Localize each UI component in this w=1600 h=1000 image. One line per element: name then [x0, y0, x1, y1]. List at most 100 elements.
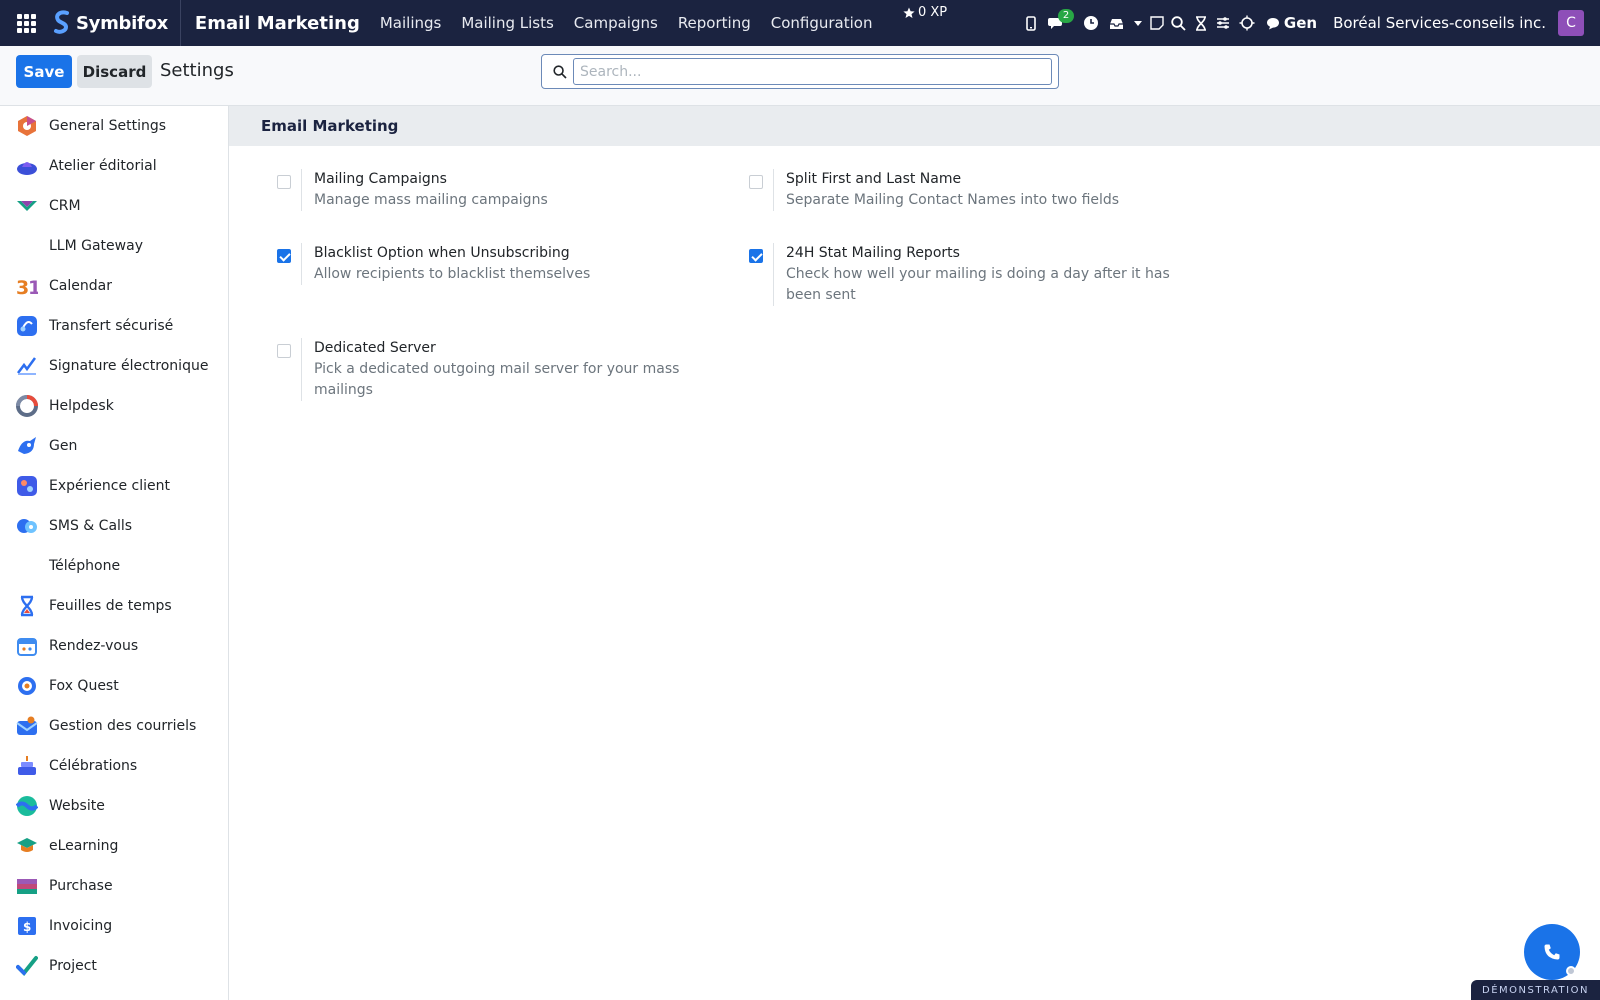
- inbox-icon[interactable]: [1104, 0, 1130, 46]
- sidebar-item-crm[interactable]: CRM: [0, 186, 228, 226]
- symbifox-logo-icon: [54, 10, 69, 34]
- sidebar-item-signature-electronique[interactable]: Signature électronique: [0, 346, 228, 386]
- sidebar-item-gestion-des-courriels[interactable]: Gestion des courriels: [0, 706, 228, 746]
- hourglass-icon[interactable]: [1190, 0, 1212, 46]
- setting-checkbox[interactable]: [749, 175, 763, 189]
- sidebar-item-label: Atelier éditorial: [49, 158, 157, 174]
- demo-ribbon: DÉMONSTRATION: [1471, 980, 1600, 1000]
- brand-logo[interactable]: Symbifox: [52, 0, 181, 46]
- sidebar-item-telephone[interactable]: Téléphone: [0, 546, 228, 586]
- svg-text:$: $: [23, 920, 31, 934]
- sidebar-item-label: SMS & Calls: [49, 518, 133, 534]
- company-switcher[interactable]: Boréal Services-conseils inc.: [1333, 14, 1546, 32]
- sidebar-item-feuilles-de-temps[interactable]: Feuilles de temps: [0, 586, 228, 626]
- setting-mailing-campaigns: Mailing Campaigns Manage mass mailing ca…: [277, 169, 701, 211]
- signature-icon: [17, 357, 37, 375]
- sidebar-item-general-settings[interactable]: General Settings: [0, 106, 228, 146]
- search-icon[interactable]: [1168, 0, 1190, 46]
- phone-icon: [1544, 944, 1560, 960]
- sidebar-item-experience-client[interactable]: Expérience client: [0, 466, 228, 506]
- sidebar-item-label: Feuilles de temps: [49, 598, 172, 614]
- sidebar-item-label: Helpdesk: [49, 398, 114, 414]
- xp-counter[interactable]: 0 XP: [903, 5, 947, 20]
- activity-clock-icon[interactable]: [1078, 0, 1104, 46]
- theme-sun-icon[interactable]: [1234, 0, 1260, 46]
- page-title: Settings: [160, 60, 234, 81]
- control-panel: Save Discard Settings: [0, 46, 1600, 106]
- phone-status-dot: [1566, 966, 1576, 976]
- sidebar-item-sms-calls[interactable]: SMS & Calls: [0, 506, 228, 546]
- purchase-icon: [17, 879, 37, 894]
- setting-title: 24H Stat Mailing Reports: [786, 245, 960, 261]
- sidebar-item-project[interactable]: Project: [0, 946, 228, 986]
- general-settings-icon: [18, 116, 36, 136]
- sidebar-item-transfert-securise[interactable]: Transfert sécurisé: [0, 306, 228, 346]
- celebration-icon: [18, 756, 36, 775]
- setting-24h-stat-reports: 24H Stat Mailing Reports Check how well …: [749, 243, 1173, 306]
- search-input[interactable]: [573, 58, 1052, 85]
- sms-icon: [17, 519, 37, 533]
- crm-icon: [17, 201, 37, 211]
- messages-icon[interactable]: 2: [1044, 0, 1075, 46]
- menu-campaigns[interactable]: Campaigns: [564, 14, 668, 32]
- setting-checkbox-checked[interactable]: [749, 249, 763, 263]
- email-management-icon: [16, 716, 38, 735]
- sidebar-item-label: Célébrations: [49, 758, 138, 774]
- setting-title: Blacklist Option when Unsubscribing: [314, 245, 570, 261]
- sidebar-item-helpdesk[interactable]: Helpdesk: [0, 386, 228, 426]
- sidebar-item-celebrations[interactable]: Célébrations: [0, 746, 228, 786]
- setting-blacklist-option: Blacklist Option when Unsubscribing Allo…: [277, 243, 701, 285]
- menu-mailings[interactable]: Mailings: [370, 14, 451, 32]
- transfer-icon: [17, 316, 37, 336]
- setting-checkbox[interactable]: [277, 344, 291, 358]
- sidebar-item-label: Fox Quest: [49, 678, 119, 694]
- sidebar-item-calendar[interactable]: 31 Calendar: [0, 266, 228, 306]
- menu-reporting[interactable]: Reporting: [668, 14, 761, 32]
- sidebar-item-label: Transfert sécurisé: [49, 318, 174, 334]
- sidebar-item-gen[interactable]: Gen: [0, 426, 228, 466]
- sidebar-item-label: Téléphone: [49, 558, 121, 574]
- settings-sidebar: General Settings Atelier éditorial CRM L…: [0, 106, 229, 1000]
- sidebar-item-fox-quest[interactable]: Fox Quest: [0, 666, 228, 706]
- elearning-icon: [17, 838, 37, 852]
- sidebar-item-label: Website: [49, 798, 105, 814]
- helpdesk-icon: [16, 395, 38, 417]
- discard-button[interactable]: Discard: [77, 55, 152, 88]
- gen-icon: [18, 437, 36, 454]
- sidebar-item-label: Calendar: [49, 278, 112, 294]
- sidebar-item-llm-gateway[interactable]: LLM Gateway: [0, 226, 228, 266]
- sidebar-item-elearning[interactable]: eLearning: [0, 826, 228, 866]
- setting-checkbox[interactable]: [277, 175, 291, 189]
- timesheet-icon: [20, 595, 34, 617]
- menu-mailing-lists[interactable]: Mailing Lists: [451, 14, 563, 32]
- sidebar-item-invoicing[interactable]: $ Invoicing: [0, 906, 228, 946]
- sidebar-item-rendez-vous[interactable]: Rendez-vous: [0, 626, 228, 666]
- setting-title: Mailing Campaigns: [314, 171, 447, 187]
- user-avatar[interactable]: C: [1558, 10, 1584, 36]
- menu-configuration[interactable]: Configuration: [761, 14, 883, 32]
- sidebar-item-label: eLearning: [49, 838, 119, 854]
- website-icon: [16, 796, 38, 816]
- app-title[interactable]: Email Marketing: [195, 13, 360, 34]
- sidebar-item-label: General Settings: [49, 118, 167, 134]
- sidebar-item-purchase[interactable]: Purchase: [0, 866, 228, 906]
- app-menu-icon[interactable]: [0, 0, 52, 46]
- setting-description: Check how well your mailing is doing a d…: [786, 266, 1170, 303]
- sidebar-item-website[interactable]: Website: [0, 786, 228, 826]
- invoicing-icon: $: [18, 917, 36, 935]
- setting-dedicated-server: Dedicated Server Pick a dedicated outgoi…: [277, 338, 701, 401]
- section-title: Email Marketing: [229, 106, 1600, 146]
- chat-bubble-icon: [1266, 17, 1279, 29]
- mobile-icon[interactable]: [1018, 0, 1044, 46]
- setting-checkbox-checked[interactable]: [277, 249, 291, 263]
- setting-description: Allow recipients to blacklist themselves: [314, 266, 591, 282]
- sidebar-item-atelier-editorial[interactable]: Atelier éditorial: [0, 146, 228, 186]
- gen-chat-button[interactable]: Gen: [1266, 14, 1317, 32]
- save-button[interactable]: Save: [16, 55, 72, 88]
- sliders-icon[interactable]: [1212, 0, 1234, 46]
- caret-down-icon[interactable]: [1130, 0, 1146, 46]
- sidebar-item-label: Expérience client: [49, 478, 170, 494]
- sidebar-item-label: CRM: [49, 198, 81, 214]
- sidebar-item-label: Gen: [49, 438, 78, 454]
- note-icon[interactable]: [1146, 0, 1168, 46]
